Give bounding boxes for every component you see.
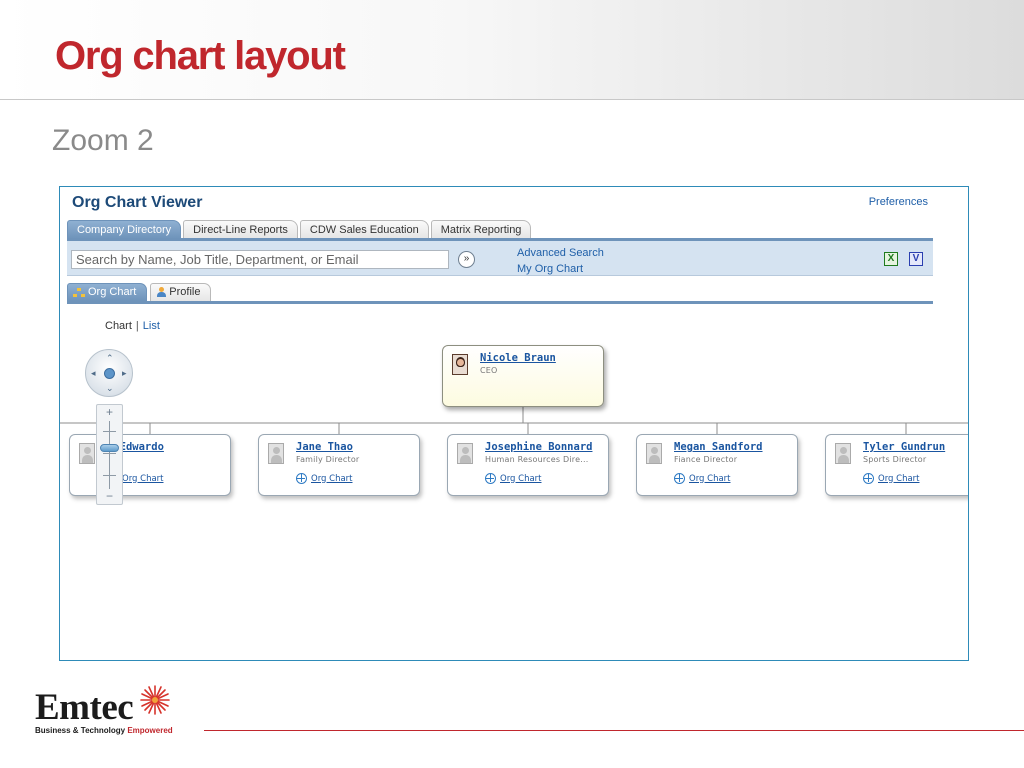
pan-down-icon[interactable]: ⌄ — [106, 384, 114, 393]
tagline-text: Business & Technology — [35, 726, 126, 735]
logo-tagline: Business & Technology Empowered — [35, 726, 173, 735]
placeholder-avatar-icon — [268, 443, 284, 464]
search-bar: » Advanced Search My Org Chart X V — [67, 241, 933, 276]
starburst-icon — [140, 685, 170, 715]
employee-photo-icon — [452, 354, 468, 375]
slide-header: Org chart layout — [0, 0, 1024, 100]
org-tree-icon — [73, 287, 85, 298]
viewer-title: Org Chart Viewer — [72, 194, 203, 211]
crosshair-icon — [863, 473, 874, 484]
main-tabs: Company Directory Direct-Line Reports CD… — [67, 220, 532, 239]
employee-name-link[interactable]: Megan Sandford — [674, 441, 763, 453]
placeholder-avatar-icon — [457, 443, 473, 464]
search-links: Advanced Search My Org Chart — [517, 245, 604, 277]
org-node-report[interactable]: a Edwardo O Org Chart — [69, 434, 231, 496]
slide-subtitle: Zoom 2 — [52, 124, 154, 157]
visio-export-icon[interactable]: V — [909, 252, 923, 266]
org-chart-viewer-frame: Org Chart Viewer Preferences Company Dir… — [59, 186, 969, 661]
org-chart-link-label: Org Chart — [500, 473, 542, 484]
view-separator: | — [135, 320, 139, 332]
org-chart-link[interactable]: Org Chart — [485, 473, 542, 484]
org-chart-link[interactable]: Org Chart — [863, 473, 920, 484]
placeholder-avatar-icon — [79, 443, 95, 464]
advanced-search-link[interactable]: Advanced Search — [517, 245, 604, 261]
org-chart-link-label: Org Chart — [878, 473, 920, 484]
view-list-link[interactable]: List — [143, 320, 160, 332]
org-node-root[interactable]: Nicole Braun CEO — [442, 345, 604, 407]
org-chart-link-label: Org Chart — [311, 473, 353, 484]
org-chart-link[interactable]: Org Chart — [674, 473, 731, 484]
preferences-link[interactable]: Preferences — [869, 196, 928, 208]
logo-wordmark: Emtec — [35, 687, 134, 728]
excel-export-icon[interactable]: X — [884, 252, 898, 266]
pan-up-icon[interactable]: ⌃ — [106, 354, 114, 363]
employee-title: Human Resources Dire... — [485, 455, 589, 464]
zoom-slider[interactable]: + − — [96, 404, 123, 505]
org-node-report[interactable]: Tyler Gundrun Sports Director Org Chart — [825, 434, 968, 496]
zoom-tick — [103, 453, 116, 454]
emtec-logo: Emtec Business & Technology Empowered — [35, 684, 195, 744]
zoom-thumb[interactable] — [100, 443, 119, 452]
tab-direct-line-reports[interactable]: Direct-Line Reports — [183, 220, 298, 239]
subtab-org-chart[interactable]: Org Chart — [67, 283, 148, 301]
zoom-out-button[interactable]: − — [97, 489, 122, 503]
tab-cdw-sales-education[interactable]: CDW Sales Education — [299, 220, 429, 239]
org-node-report[interactable]: Jane Thao Family Director Org Chart — [258, 434, 420, 496]
crosshair-icon — [296, 473, 307, 484]
search-go-button[interactable]: » — [458, 251, 475, 268]
employee-title: Family Director — [296, 455, 360, 464]
my-org-chart-link[interactable]: My Org Chart — [517, 261, 604, 277]
crosshair-icon — [485, 473, 496, 484]
sub-tabs: Org Chart Profile — [67, 283, 212, 301]
view-chart-label: Chart — [105, 320, 132, 332]
subtab-underline — [67, 301, 933, 304]
person-icon — [156, 287, 167, 298]
employee-name-link[interactable]: Jane Thao — [296, 441, 353, 453]
employee-title: Sports Director — [863, 455, 927, 464]
placeholder-avatar-icon — [835, 443, 851, 464]
subtab-org-chart-label: Org Chart — [88, 286, 137, 298]
employee-title: Fiance Director — [674, 455, 738, 464]
employee-name-link[interactable]: Nicole Braun — [480, 352, 556, 364]
employee-title: CEO — [480, 366, 498, 375]
subtab-profile[interactable]: Profile — [150, 283, 212, 301]
pan-right-icon[interactable]: ▸ — [122, 369, 127, 378]
pan-left-icon[interactable]: ◂ — [91, 369, 96, 378]
zoom-in-button[interactable]: + — [97, 405, 122, 419]
org-node-report[interactable]: Josephine Bonnard Human Resources Dire..… — [447, 434, 609, 496]
tagline-accent: Empowered — [127, 726, 173, 735]
footer-rule — [204, 730, 1024, 731]
employee-name-link[interactable]: Tyler Gundrun — [863, 441, 945, 453]
tab-matrix-reporting[interactable]: Matrix Reporting — [430, 220, 532, 239]
org-node-report[interactable]: Megan Sandford Fiance Director Org Chart — [636, 434, 798, 496]
slide-title: Org chart layout — [55, 34, 346, 78]
pan-center-button[interactable] — [104, 368, 115, 379]
crosshair-icon — [674, 473, 685, 484]
zoom-tick — [103, 475, 116, 476]
zoom-tick — [103, 431, 116, 432]
pan-control: ⌃ ⌄ ◂ ▸ — [85, 349, 133, 397]
view-toggle: Chart | List — [105, 320, 160, 332]
org-chart-link-label: Org Chart — [689, 473, 731, 484]
org-chart-link[interactable]: Org Chart — [296, 473, 353, 484]
org-chart-link-label: Org Chart — [122, 473, 164, 484]
search-input[interactable] — [71, 250, 449, 269]
placeholder-avatar-icon — [646, 443, 662, 464]
tab-company-directory[interactable]: Company Directory — [67, 220, 182, 239]
subtab-profile-label: Profile — [169, 286, 201, 298]
employee-name-link[interactable]: Josephine Bonnard — [485, 441, 592, 453]
